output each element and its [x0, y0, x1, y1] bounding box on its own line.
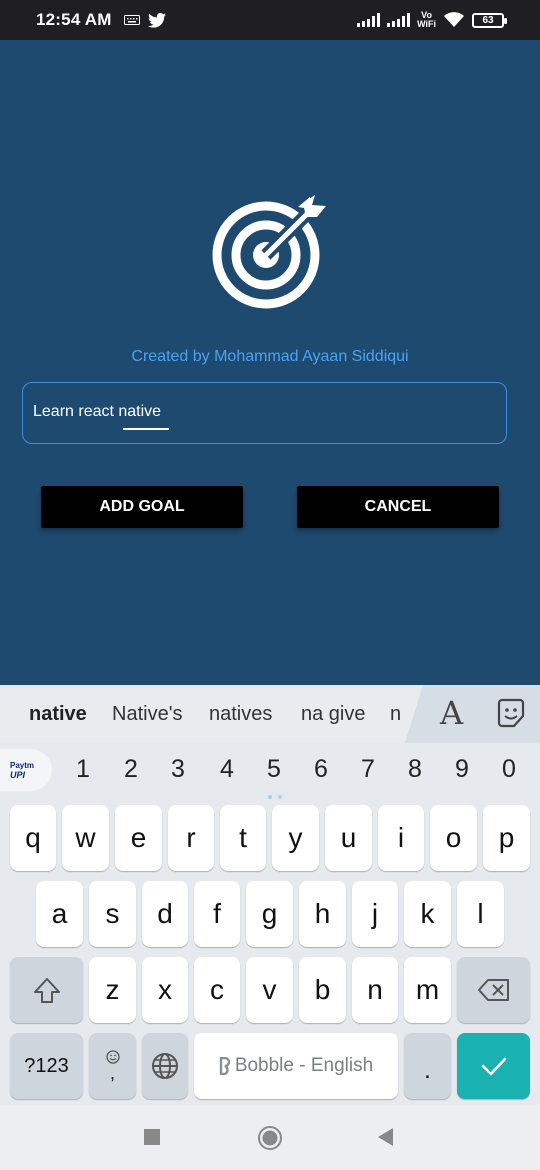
backspace-key[interactable]: [457, 957, 530, 1023]
paytm-upi-button[interactable]: Paytm UPI: [0, 749, 52, 791]
status-time: 12:54 AM: [36, 10, 112, 29]
key-z[interactable]: z: [89, 957, 136, 1023]
goal-input[interactable]: Learn react native: [22, 382, 507, 444]
key-j[interactable]: j: [352, 881, 398, 947]
number-key[interactable]: 6: [306, 755, 336, 784]
home-icon[interactable]: [257, 1125, 283, 1151]
key-g[interactable]: g: [246, 881, 293, 947]
key-l[interactable]: l: [457, 881, 504, 947]
space-label: Bobble - English: [234, 1055, 374, 1076]
number-key[interactable]: 0: [494, 755, 524, 784]
shift-icon: [33, 978, 60, 1003]
suggestion-item[interactable]: n: [390, 703, 401, 726]
goal-input-text: Learn react native: [33, 403, 162, 420]
wifi-icon: [444, 12, 464, 27]
vowifi-label: Vo WiFi: [417, 10, 436, 29]
number-key[interactable]: 7: [353, 755, 383, 784]
target-icon: [212, 195, 326, 309]
emoji-comma-key[interactable]: ,: [89, 1033, 136, 1099]
twitter-icon: [147, 12, 166, 28]
globe-icon: [152, 1053, 178, 1079]
goal-screen: Created by Mohammad Ayaan Siddiqui Learn…: [0, 40, 540, 685]
recents-icon[interactable]: [142, 1127, 162, 1147]
paytm-label: Paytm: [10, 760, 35, 770]
number-key[interactable]: 4: [212, 755, 242, 784]
key-i[interactable]: i: [378, 805, 424, 871]
number-key[interactable]: 1: [68, 755, 98, 784]
enter-key[interactable]: [457, 1033, 530, 1099]
key-c[interactable]: c: [194, 957, 240, 1023]
navigation-bar: [0, 1105, 540, 1170]
emoji-icon: [105, 1050, 120, 1064]
key-n[interactable]: n: [352, 957, 398, 1023]
key-p[interactable]: p: [483, 805, 530, 871]
status-bar: 12:54 AM Vo WiFi 63: [0, 0, 540, 40]
bobble-logo-icon: [219, 1057, 230, 1075]
key-k[interactable]: k: [404, 881, 451, 947]
key-w[interactable]: w: [62, 805, 109, 871]
upi-label: UPI: [10, 769, 26, 780]
suggestion-item[interactable]: native: [29, 703, 87, 726]
number-row: Paytm UPI 1 2 3 4 5 6 7 8 9 0: [0, 745, 540, 799]
keyboard: native Native's natives na give n A Payt…: [0, 685, 540, 1105]
key-r[interactable]: r: [168, 805, 214, 871]
cancel-button[interactable]: CANCEL: [297, 486, 499, 528]
key-a[interactable]: a: [36, 881, 83, 947]
key-b[interactable]: b: [299, 957, 346, 1023]
suggestion-item[interactable]: na give: [301, 703, 366, 726]
backspace-icon: [477, 979, 509, 1001]
number-key[interactable]: 5: [259, 755, 289, 784]
sticker-icon[interactable]: [495, 697, 527, 729]
number-key[interactable]: 3: [163, 755, 193, 784]
font-style-icon[interactable]: A: [440, 694, 463, 732]
back-icon[interactable]: [375, 1127, 395, 1147]
key-o[interactable]: o: [430, 805, 477, 871]
key-m[interactable]: m: [404, 957, 451, 1023]
key-v[interactable]: v: [246, 957, 293, 1023]
number-key[interactable]: 9: [447, 755, 477, 784]
symbols-key[interactable]: ?123: [10, 1033, 83, 1099]
period-key[interactable]: .: [404, 1033, 451, 1099]
key-e[interactable]: e: [115, 805, 162, 871]
key-h[interactable]: h: [299, 881, 346, 947]
key-s[interactable]: s: [89, 881, 136, 947]
credit-text: Created by Mohammad Ayaan Siddiqui: [131, 348, 409, 365]
number-key[interactable]: 8: [400, 755, 430, 784]
page-indicator: [268, 795, 282, 799]
key-u[interactable]: u: [325, 805, 372, 871]
signal-strength-icon: [357, 13, 381, 27]
add-goal-button[interactable]: ADD GOAL: [41, 486, 243, 528]
space-key[interactable]: Bobble - English: [194, 1033, 398, 1099]
key-q[interactable]: q: [10, 805, 56, 871]
composing-underline: [123, 428, 169, 430]
suggestion-item[interactable]: natives: [209, 703, 272, 726]
shift-key[interactable]: [10, 957, 83, 1023]
key-f[interactable]: f: [194, 881, 240, 947]
key-d[interactable]: d: [142, 881, 188, 947]
suggestion-item[interactable]: Native's: [112, 703, 183, 726]
battery-icon: 63: [472, 12, 507, 28]
battery-level: 63: [482, 14, 494, 26]
key-x[interactable]: x: [142, 957, 188, 1023]
signal-strength-icon-2: [387, 13, 411, 27]
comma-label: ,: [109, 1063, 115, 1083]
suggestion-bar: native Native's natives na give n A: [0, 685, 540, 743]
key-y[interactable]: y: [272, 805, 319, 871]
language-key[interactable]: [142, 1033, 188, 1099]
keyboard-icon: [123, 15, 140, 25]
checkmark-icon: [481, 1057, 506, 1076]
key-t[interactable]: t: [220, 805, 266, 871]
number-key[interactable]: 2: [116, 755, 146, 784]
